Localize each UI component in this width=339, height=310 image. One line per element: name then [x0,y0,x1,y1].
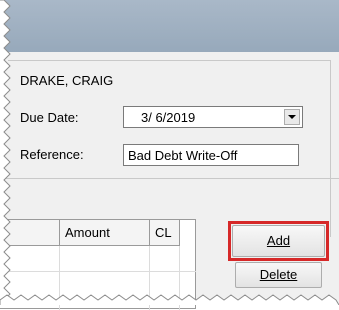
screenshot-stage: DRAKE, CRAIG Due Date: 3/ 6/2019 Referen… [0,0,339,310]
torn-left-edge [0,0,11,301]
torn-edge-overlay [0,0,339,305]
torn-bottom-edge [0,294,339,305]
